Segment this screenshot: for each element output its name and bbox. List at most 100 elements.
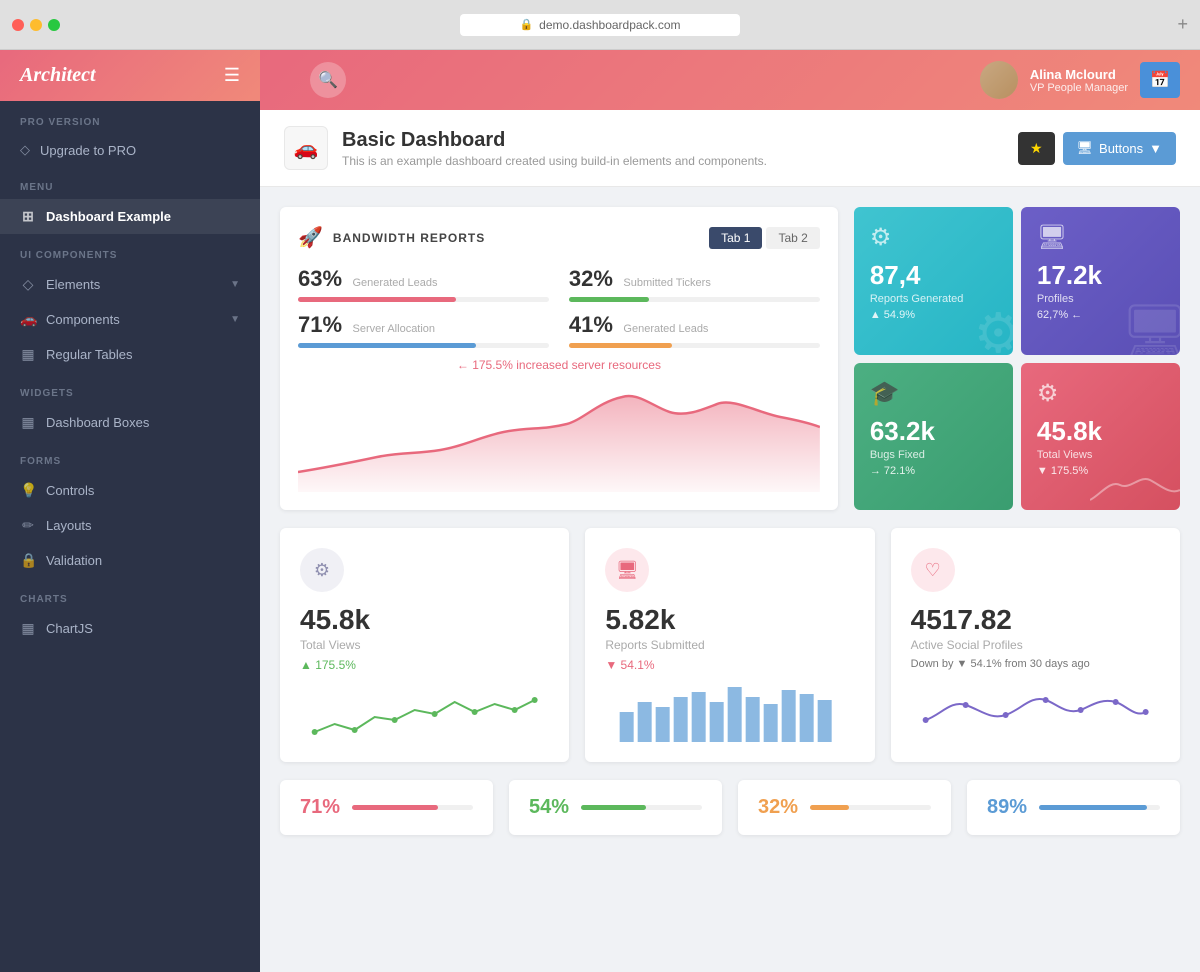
url-text: demo.dashboardpack.com <box>539 18 680 32</box>
tab-1-button[interactable]: Tab 1 <box>709 227 762 249</box>
buttons-chevron-icon: ▼ <box>1149 141 1162 156</box>
monitor-icon-card2: 🖥 <box>616 560 639 581</box>
tab-2-button[interactable]: Tab 2 <box>766 227 819 249</box>
stat-box-bugs: 🎓 63.2k Bugs Fixed → 72.1% <box>854 363 1013 511</box>
stat3-bar <box>298 343 549 348</box>
stat-box3-change: → 72.1% <box>870 465 915 477</box>
sidebar-item-validation[interactable]: 🔒 Validation <box>0 543 260 578</box>
new-tab-button[interactable]: + <box>1177 14 1188 35</box>
progress4-pct: 89% <box>987 796 1027 819</box>
search-button[interactable]: 🔍 <box>310 62 346 98</box>
stat1-bar-fill <box>298 297 456 302</box>
card-social-profiles: ♡ 4517.82 Active Social Profiles Down by… <box>891 528 1180 762</box>
stat-box4-label: Total Views <box>1037 449 1092 461</box>
menu-label: MENU <box>0 166 260 199</box>
card1-label: Total Views <box>300 638 549 652</box>
gear-icon-red: ⚙ <box>1037 379 1059 408</box>
sidebar: Architect ☰ PRO VERSION ◇ Upgrade to PRO… <box>0 50 260 972</box>
charts-label: CHARTS <box>0 578 260 611</box>
stat-box4-change: ▼ 175.5% <box>1037 465 1088 477</box>
area-fill <box>298 396 820 492</box>
progress2-pct: 54% <box>529 796 569 819</box>
layouts-label: Layouts <box>46 518 92 533</box>
stat1-label: Generated Leads <box>353 277 438 289</box>
buttons-dropdown[interactable]: 🖥 Buttons ▼ <box>1063 132 1176 165</box>
upgrade-to-pro-item[interactable]: ◇ Upgrade to PRO <box>0 134 260 166</box>
buttons-label: Buttons <box>1099 141 1143 156</box>
sidebar-item-elements[interactable]: ◇ Elements ▼ <box>0 267 260 302</box>
card3-value: 4517.82 <box>911 604 1160 636</box>
chevron-down-icon: ▼ <box>230 279 240 290</box>
pro-version-label: PRO VERSION <box>0 101 260 134</box>
card1-sparkline-svg <box>300 682 549 742</box>
bandwidth-card: 🚀 BANDWIDTH REPORTS Tab 1 Tab 2 63% Gene… <box>280 207 838 510</box>
diamond-icon: ◇ <box>20 142 30 158</box>
red-box-sparkline <box>1090 465 1180 510</box>
user-role: VP People Manager <box>1030 82 1128 94</box>
chart-icon: ▦ <box>20 620 36 637</box>
stat4-label: Generated Leads <box>623 323 708 335</box>
stat3-bar-fill <box>298 343 476 348</box>
card2-value: 5.82k <box>605 604 854 636</box>
stat-box4-value: 45.8k <box>1037 416 1102 447</box>
content-area: 🚗 Basic Dashboard This is an example das… <box>260 110 1200 972</box>
area-chart <box>298 382 820 492</box>
table-icon: ▦ <box>20 346 36 363</box>
sidebar-item-layouts[interactable]: ✏ Layouts <box>0 508 260 543</box>
dot-yellow[interactable] <box>30 19 42 31</box>
buttons-icon: 🖥 <box>1077 140 1094 156</box>
card1-value: 45.8k <box>300 604 549 636</box>
stat3-label: Server Allocation <box>353 323 436 335</box>
sidebar-item-dashboard-example[interactable]: ⊞ Dashboard Example <box>0 199 260 234</box>
calendar-button[interactable]: 📅 <box>1140 62 1180 98</box>
stat-boxes-row-1: ⚙ 87,4 Reports Generated ▲ 54.9% ⚙ 🖥 17.… <box>854 207 1180 355</box>
page-header: 🚗 Basic Dashboard This is an example das… <box>260 110 1200 187</box>
elements-icon: ◇ <box>20 276 36 293</box>
card3-change: Down by ▼ 54.1% from 30 days ago <box>911 658 1160 670</box>
page-subtitle: This is an example dashboard created usi… <box>342 154 767 168</box>
main-content-wrapper: 🔍 Alina Mclourd VP People Manager 📅 🚗 Ba… <box>260 50 1200 972</box>
browser-chrome: 🔒 demo.dashboardpack.com + <box>0 0 1200 50</box>
sidebar-item-chartjs[interactable]: ▦ ChartJS <box>0 611 260 646</box>
lock-icon: 🔒 <box>519 18 533 31</box>
bg-monitor-icon: 🖥 <box>1120 300 1180 355</box>
boxes-icon: ▦ <box>20 414 36 431</box>
stats-grid: 63% Generated Leads 32% Submitted Ticker… <box>298 266 820 348</box>
controls-label: Controls <box>46 483 94 498</box>
sidebar-item-controls[interactable]: 💡 Controls <box>0 473 260 508</box>
sidebar-item-regular-tables[interactable]: ▦ Regular Tables <box>0 337 260 372</box>
stat2-value: 32% <box>569 266 613 291</box>
stat4-bar-fill <box>569 343 672 348</box>
dashboard-icon: ⊞ <box>20 208 36 225</box>
bandwidth-title: BANDWIDTH REPORTS <box>333 231 485 245</box>
sidebar-header: Architect ☰ <box>0 50 260 101</box>
controls-icon: 💡 <box>20 482 36 499</box>
sidebar-item-components[interactable]: 🚗 Components ▼ <box>0 302 260 337</box>
components-icon: 🚗 <box>20 311 36 328</box>
bandwidth-tabs: Tab 1 Tab 2 <box>709 227 820 249</box>
sidebar-brand: Architect <box>20 64 96 87</box>
dot-green[interactable] <box>48 19 60 31</box>
browser-url-bar[interactable]: 🔒 demo.dashboardpack.com <box>460 14 740 36</box>
dashboard-example-label: Dashboard Example <box>46 209 171 224</box>
progress3-bar <box>810 805 849 810</box>
header-right: Alina Mclourd VP People Manager 📅 <box>980 61 1180 99</box>
layouts-icon: ✏ <box>20 517 36 534</box>
sidebar-item-dashboard-boxes[interactable]: ▦ Dashboard Boxes <box>0 405 260 440</box>
progress-card-3: 32% <box>738 780 951 835</box>
card1-chart <box>300 682 549 742</box>
star-button[interactable]: ★ <box>1018 132 1055 165</box>
progress2-bar-wrap <box>581 805 702 810</box>
card-total-views: ⚙ 45.8k Total Views ▲ 175.5% <box>280 528 569 762</box>
elements-label: Elements <box>46 277 100 292</box>
card2-label: Reports Submitted <box>605 638 854 652</box>
bg-gear-icon: ⚙ <box>974 301 1013 355</box>
hamburger-icon[interactable]: ☰ <box>224 65 240 86</box>
app-container: Architect ☰ PRO VERSION ◇ Upgrade to PRO… <box>0 50 1200 972</box>
dot-red[interactable] <box>12 19 24 31</box>
chevron-down-icon-2: ▼ <box>230 314 240 325</box>
page-header-text: Basic Dashboard This is an example dashb… <box>342 129 767 168</box>
progress-card-1: 71% <box>280 780 493 835</box>
chartjs-label: ChartJS <box>46 621 93 636</box>
stat-box1-value: 87,4 <box>870 260 921 291</box>
